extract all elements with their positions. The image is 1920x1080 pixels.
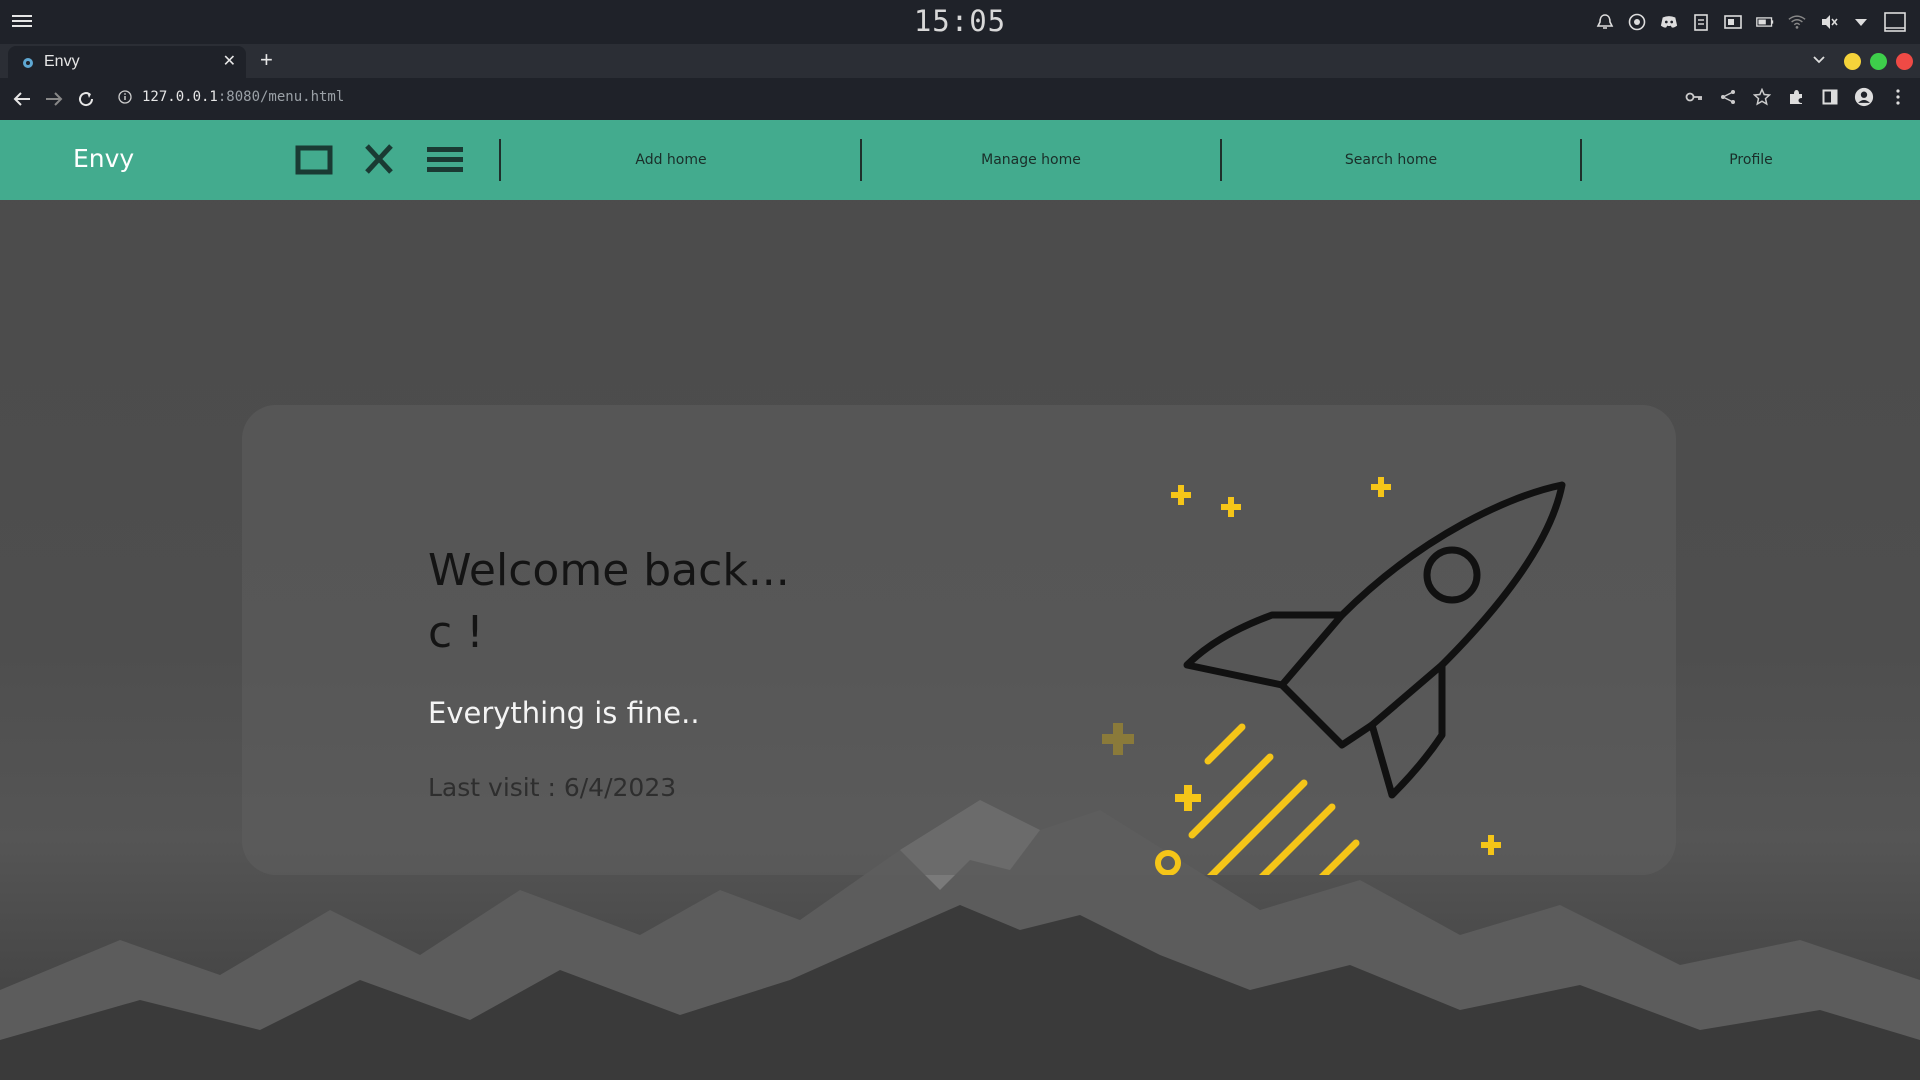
hamburger-menu-icon[interactable] xyxy=(426,142,464,178)
welcome-line: Welcome back... xyxy=(428,545,790,596)
sparkle xyxy=(1221,497,1241,517)
browser-menu-icon[interactable] xyxy=(1888,87,1908,107)
flame-streak xyxy=(1188,753,1274,839)
rocket-illustration xyxy=(1102,477,1566,875)
clipboard-icon[interactable] xyxy=(1692,13,1710,31)
brand-logo[interactable]: Envy xyxy=(73,144,134,173)
nav-search-home[interactable]: Search home xyxy=(1211,120,1571,200)
system-top-bar: 15:05 xyxy=(0,0,1920,44)
nav-manage-home[interactable]: Manage home xyxy=(851,120,1211,200)
wifi-icon[interactable] xyxy=(1788,13,1806,31)
sparkle-faded xyxy=(1102,723,1134,755)
extensions-icon[interactable] xyxy=(1786,87,1806,107)
tab-search-chevron-icon[interactable] xyxy=(1812,52,1826,70)
back-arrow-icon[interactable] xyxy=(11,88,33,110)
discord-icon[interactable] xyxy=(1660,13,1678,31)
close-x-icon[interactable] xyxy=(360,142,398,178)
tab-title: Envy xyxy=(44,53,80,70)
chrome-icon[interactable] xyxy=(1628,13,1646,31)
last-visit-text: Last visit : 6/4/2023 xyxy=(428,773,677,802)
url-host: 127.0.0.1 xyxy=(142,89,218,105)
new-tab-button[interactable]: + xyxy=(260,47,273,73)
system-tray xyxy=(1596,10,1906,34)
flame-streak xyxy=(1319,839,1360,875)
welcome-heading: Welcome back... c ! xyxy=(428,540,790,664)
address-bar[interactable]: 127.0.0.1:8080/menu.html xyxy=(142,89,344,105)
browser-toolbar: 127.0.0.1:8080/menu.html xyxy=(0,78,1920,120)
profile-avatar-icon[interactable] xyxy=(1854,87,1874,107)
browser-tab-strip: Envy ✕ + xyxy=(0,44,1920,78)
reload-icon[interactable] xyxy=(75,88,97,110)
username-line: c ! xyxy=(428,607,484,658)
nav-profile[interactable]: Profile xyxy=(1571,120,1920,200)
flame-streak xyxy=(1204,723,1246,765)
dropdown-icon[interactable] xyxy=(1852,13,1870,31)
rocket-left-fin xyxy=(1183,611,1346,689)
window-minimize-button[interactable] xyxy=(1844,53,1861,70)
flame-ring xyxy=(1155,850,1181,875)
welcome-card: Welcome back... c ! Everything is fine..… xyxy=(242,405,1676,875)
side-panel-icon[interactable] xyxy=(1820,87,1840,107)
share-icon[interactable] xyxy=(1718,87,1738,107)
tab-close-icon[interactable]: ✕ xyxy=(223,51,236,71)
sparkle xyxy=(1371,477,1391,497)
screenshot-icon[interactable] xyxy=(1724,13,1742,31)
bell-icon[interactable] xyxy=(1596,13,1614,31)
key-icon[interactable] xyxy=(1684,87,1704,107)
rocket-right-fin xyxy=(1368,661,1446,799)
site-info-icon[interactable] xyxy=(118,90,132,109)
toolbar-actions xyxy=(1684,87,1908,107)
window-close-button[interactable] xyxy=(1896,53,1913,70)
app-navbar: Envy Add home Manage home Search home Pr… xyxy=(0,120,1920,200)
status-message: Everything is fine.. xyxy=(428,696,700,730)
url-path: :8080/menu.html xyxy=(217,89,345,105)
sparkle xyxy=(1175,785,1201,811)
rocket-window xyxy=(1423,546,1481,604)
window-maximize-button[interactable] xyxy=(1870,53,1887,70)
maximize-square-icon[interactable] xyxy=(295,142,333,178)
sparkle xyxy=(1481,835,1501,855)
bookmark-star-icon[interactable] xyxy=(1752,87,1772,107)
volume-muted-icon[interactable] xyxy=(1820,13,1838,31)
forward-arrow-icon[interactable] xyxy=(43,88,65,110)
sparkle xyxy=(1171,485,1191,505)
page-viewport: Envy Add home Manage home Search home Pr… xyxy=(0,120,1920,1080)
battery-icon[interactable] xyxy=(1756,13,1774,31)
nav-add-home[interactable]: Add home xyxy=(491,120,851,200)
window-icon[interactable] xyxy=(1884,12,1906,32)
favicon-icon xyxy=(22,56,34,68)
browser-tab[interactable]: Envy ✕ xyxy=(8,46,246,78)
